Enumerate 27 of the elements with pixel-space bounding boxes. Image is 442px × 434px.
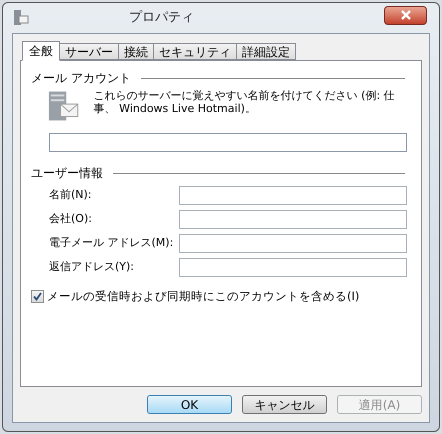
tab[interactable]: サーバー [59, 43, 119, 60]
input-field[interactable] [179, 258, 407, 277]
dialog-button[interactable]: キャンセル [242, 395, 327, 414]
check-icon [33, 292, 42, 302]
tab[interactable]: セキュリティ [153, 43, 237, 60]
field-label: 名前(N): [49, 187, 92, 204]
window-title: プロパティ [129, 9, 194, 28]
field-label: 会社(O): [49, 211, 92, 228]
mail-server-icon [47, 89, 80, 123]
description-text: これらのサーバーに覚えやすい名前を付けてください (例: 仕事、 Windows Live Hotmail)。 [94, 89, 396, 117]
tab[interactable]: 詳細設定 [236, 43, 296, 60]
tab[interactable]: 接続 [118, 43, 154, 60]
close-icon [400, 10, 412, 20]
checkbox[interactable] [31, 290, 44, 304]
checkbox-label: メールの受信時および同期時にこのアカウントを含める(I) [47, 288, 360, 305]
field-label: 電子メール アドレス(M): [49, 235, 174, 252]
tab[interactable]: 全般 [22, 41, 60, 61]
field-label: 返信アドレス(Y): [49, 259, 134, 276]
input-field[interactable] [179, 210, 407, 229]
input-field[interactable] [179, 234, 407, 253]
section-heading: ユーザー情報 [31, 165, 103, 182]
account-name-field[interactable] [49, 133, 407, 152]
section-heading: メール アカウント [31, 70, 131, 87]
app-icon [13, 9, 29, 27]
close-button[interactable] [384, 6, 427, 24]
dialog-button[interactable]: OK [147, 395, 232, 414]
input-field[interactable] [179, 186, 407, 205]
